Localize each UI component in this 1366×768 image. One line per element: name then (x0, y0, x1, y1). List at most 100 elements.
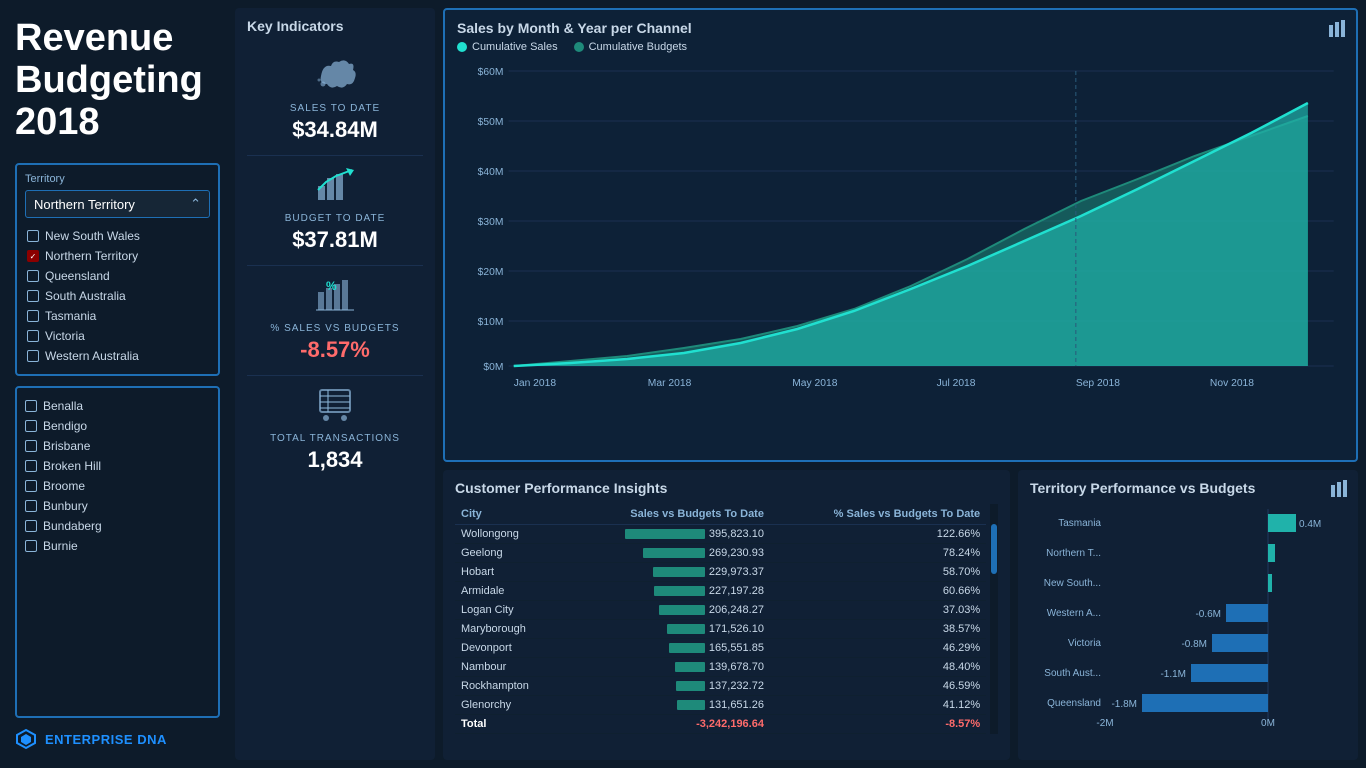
bar-western-a (1226, 604, 1268, 622)
city-checkbox-bundaberg[interactable] (25, 520, 37, 532)
territory-item-qld[interactable]: Queensland (27, 266, 208, 286)
app-title: RevenueBudgeting2018 (15, 18, 220, 143)
territory-checkbox-sa[interactable] (27, 290, 39, 302)
svg-text:Nov 2018: Nov 2018 (1210, 378, 1254, 389)
svg-text:0.4M: 0.4M (1299, 519, 1321, 530)
territory-checkbox-vic[interactable] (27, 330, 39, 342)
chart-expand-icon[interactable] (1328, 20, 1346, 43)
territory-chart-icon[interactable] (1330, 480, 1348, 503)
cart-icon (316, 388, 354, 429)
svg-text:$30M: $30M (478, 217, 504, 228)
city-item-benalla[interactable]: Benalla (25, 396, 210, 416)
sales-chart-panel: Sales by Month & Year per Channel Cumula… (443, 8, 1358, 462)
table-row: Wollongong395,823.10122.66% (455, 525, 986, 544)
chevron-down-icon: ⌃ (190, 196, 201, 212)
chart-legend: Cumulative Sales Cumulative Budgets (457, 41, 1344, 53)
ki-value-pct: -8.57% (300, 337, 370, 363)
customer-table: City Sales vs Budgets To Date % Sales vs… (455, 504, 986, 734)
key-indicators-title: Key Indicators (247, 18, 423, 34)
svg-text:Sep 2018: Sep 2018 (1076, 378, 1120, 389)
territory-item-wa[interactable]: Western Australia (27, 346, 208, 366)
svg-text:-0.6M: -0.6M (1195, 609, 1221, 620)
svg-text:$0M: $0M (483, 362, 503, 373)
brand-name-main: ENTERPRISE (45, 732, 133, 747)
territory-checkbox-tas[interactable] (27, 310, 39, 322)
scrollbar[interactable] (990, 504, 998, 734)
city-checkbox-broken-hill[interactable] (25, 460, 37, 472)
brand-name: ENTERPRISE DNA (45, 732, 167, 747)
bar-south-aust (1191, 664, 1268, 682)
city-checkbox-broome[interactable] (25, 480, 37, 492)
ki-value-sales: $34.84M (292, 117, 378, 143)
city-item-brisbane[interactable]: Brisbane (25, 436, 210, 456)
customer-table-wrapper: City Sales vs Budgets To Date % Sales vs… (455, 504, 998, 734)
territory-item-nt[interactable]: Northern Territory (27, 246, 208, 266)
svg-text:0M: 0M (1261, 718, 1275, 729)
svg-text:New South...: New South... (1044, 578, 1101, 589)
ki-label-sales: SALES TO DATE (290, 103, 380, 114)
table-row: Armidale227,197.2860.66% (455, 582, 986, 601)
territory-bar-chart: Tasmania Northern T... New South... West… (1030, 504, 1346, 729)
city-item-broken-hill[interactable]: Broken Hill (25, 456, 210, 476)
bar-queensland (1142, 694, 1268, 712)
table-row: Devonport165,551.8546.29% (455, 639, 986, 658)
territory-item-vic[interactable]: Victoria (27, 326, 208, 346)
customer-performance-panel: Customer Performance Insights City Sales… (443, 470, 1010, 760)
legend-cumulative-sales: Cumulative Sales (457, 41, 558, 53)
customer-panel-title: Customer Performance Insights (455, 480, 998, 496)
scrollbar-thumb[interactable] (991, 524, 997, 574)
table-row: Maryborough171,526.1038.57% (455, 620, 986, 639)
city-item-burnie[interactable]: Burnie (25, 536, 210, 556)
ki-card-transactions: TOTAL TRANSACTIONS 1,834 (247, 376, 423, 485)
city-item-bunbury[interactable]: Bunbury (25, 496, 210, 516)
territory-item-sa[interactable]: South Australia (27, 286, 208, 306)
brand-name-dna: DNA (137, 732, 167, 747)
territory-checkbox-wa[interactable] (27, 350, 39, 362)
territory-checkbox-qld[interactable] (27, 270, 39, 282)
territory-performance-panel: Territory Performance vs Budgets Tasmani… (1018, 470, 1358, 760)
bar-victoria (1212, 634, 1268, 652)
svg-text:$40M: $40M (478, 167, 504, 178)
territory-label: Territory (25, 173, 210, 185)
col-sales: Sales vs Budgets To Date (564, 504, 770, 525)
svg-text:%: % (326, 279, 337, 293)
table-total-row: Total -3,242,196.64 -8.57% (455, 715, 986, 734)
svg-text:South Aust...: South Aust... (1044, 668, 1101, 679)
city-item-broome[interactable]: Broome (25, 476, 210, 496)
sales-chart-title: Sales by Month & Year per Channel (457, 20, 1344, 36)
city-filter-box: Benalla Bendigo Brisbane Broken Hill Bro… (15, 386, 220, 718)
enterprise-dna-logo-icon (15, 728, 37, 750)
territory-item-nsw[interactable]: New South Wales (27, 226, 208, 246)
territory-filter-box: Territory Northern Territory ⌃ New South… (15, 163, 220, 376)
territory-item-tas[interactable]: Tasmania (27, 306, 208, 326)
legend-label-budgets: Cumulative Budgets (589, 41, 687, 53)
ki-value-transactions: 1,834 (307, 447, 362, 473)
ki-label-pct: % SALES VS BUDGETS (270, 323, 399, 334)
main-content: Key Indicators SALES TO DATE $34.84M (235, 0, 1366, 768)
city-checkbox-benalla[interactable] (25, 400, 37, 412)
table-row: Logan City206,248.2737.03% (455, 601, 986, 620)
city-checkbox-brisbane[interactable] (25, 440, 37, 452)
city-item-bendigo[interactable]: Bendigo (25, 416, 210, 436)
city-checkbox-bendigo[interactable] (25, 420, 37, 432)
svg-text:$10M: $10M (478, 317, 504, 328)
svg-text:Northern T...: Northern T... (1046, 548, 1101, 559)
ki-value-budget: $37.81M (292, 227, 378, 253)
svg-text:Western A...: Western A... (1047, 608, 1101, 619)
svg-text:-2M: -2M (1096, 718, 1113, 729)
svg-text:Victoria: Victoria (1068, 638, 1102, 649)
territory-checkbox-nsw[interactable] (27, 230, 39, 242)
city-list: Benalla Bendigo Brisbane Broken Hill Bro… (25, 396, 210, 556)
city-checkbox-burnie[interactable] (25, 540, 37, 552)
svg-text:Tasmania: Tasmania (1058, 518, 1101, 529)
svg-text:Jul 2018: Jul 2018 (937, 378, 976, 389)
legend-cumulative-budgets: Cumulative Budgets (574, 41, 687, 53)
city-checkbox-bunbury[interactable] (25, 500, 37, 512)
territory-dropdown[interactable]: Northern Territory ⌃ (25, 190, 210, 218)
table-row: Hobart229,973.3758.70% (455, 563, 986, 582)
territory-checkbox-nt[interactable] (27, 250, 39, 262)
svg-text:$50M: $50M (478, 117, 504, 128)
bottom-row: Customer Performance Insights City Sales… (443, 470, 1358, 760)
svg-text:Jan 2018: Jan 2018 (514, 378, 557, 389)
city-item-bundaberg[interactable]: Bundaberg (25, 516, 210, 536)
